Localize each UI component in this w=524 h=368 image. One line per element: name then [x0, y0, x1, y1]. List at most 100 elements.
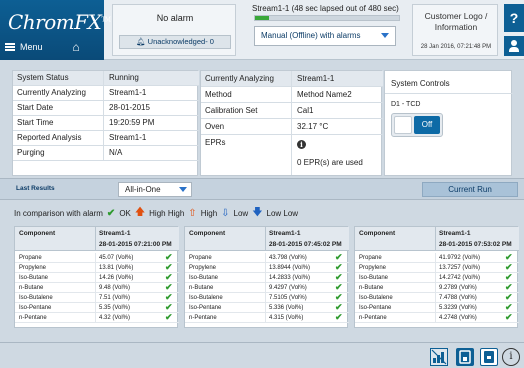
- check-icon: ✔: [165, 262, 173, 272]
- toggle-state-label: Off: [414, 116, 440, 134]
- legend-ok: OK: [119, 208, 131, 218]
- analyzing-header-key: Currently Analyzing: [205, 74, 274, 83]
- result-grid: Component Stream1-1 28-01-2015 07:21:00 …: [14, 226, 179, 328]
- detector-toggle[interactable]: Off: [391, 113, 443, 137]
- save-icon: [459, 350, 471, 364]
- status-key: Purging: [17, 148, 45, 157]
- app-header: ChromFXTM Menu ⌂ No alarm 🔔︎ Unacknowled…: [0, 0, 524, 60]
- component-value: 13.8944 (Vol%): [269, 265, 311, 271]
- component-name: Iso-Butalene: [189, 295, 223, 301]
- chart-icon: [431, 349, 447, 365]
- customer-logo: Customer Logo / Information: [424, 11, 488, 32]
- run-datetime: 28-01-2015 07:21:00 PM: [99, 241, 172, 248]
- chevron-down-icon: [179, 187, 187, 192]
- brand-logo: ChromFXTM: [8, 10, 111, 34]
- menu-label: Menu: [20, 42, 43, 52]
- component-value: 14.2833 (Vol%): [269, 275, 311, 281]
- result-row: Iso-Pentane 5.336 (Vol%) ✔: [185, 302, 349, 313]
- component-name: Iso-Butane: [359, 275, 389, 281]
- unacknowledged-label: Unacknowledged- 0: [147, 37, 214, 46]
- legend-high: High: [200, 208, 218, 218]
- component-value: 14.26 (Vol%): [99, 275, 134, 281]
- legend-high-high: High High: [149, 208, 185, 218]
- component-value: 7.5105 (Vol%): [269, 295, 307, 301]
- component-value: 5.3239 (Vol%): [439, 305, 477, 311]
- component-value: 4.2748 (Vol%): [439, 315, 477, 321]
- save-button[interactable]: [456, 348, 474, 366]
- analyzing-row: Oven 32.17 °C: [201, 119, 383, 135]
- check-icon: ✔: [165, 272, 173, 282]
- toggle-knob: [394, 116, 412, 134]
- mode-value: Manual (Offline) with alarms: [261, 31, 361, 40]
- component-name: Iso-Butalene: [359, 295, 393, 301]
- check-icon: ✔: [505, 302, 513, 312]
- component-name: Iso-Pentane: [19, 305, 52, 311]
- result-row: n-Pentane 4.32 (Vol%) ✔: [15, 312, 179, 323]
- analyzing-row: Calibration Set Cal1: [201, 103, 383, 119]
- component-value: 4.315 (Vol%): [269, 315, 304, 321]
- check-icon: ✔: [335, 252, 343, 262]
- epr-info-button[interactable]: i: [297, 137, 306, 152]
- legend-intro: In comparison with alarm: [14, 208, 103, 218]
- result-row: n-Butane 9.4297 (Vol%) ✔: [185, 282, 349, 293]
- check-icon: ✔: [165, 292, 173, 302]
- check-icon: ✔: [505, 262, 513, 272]
- analysis-progress-fill: [255, 16, 270, 20]
- component-name: Propylene: [19, 265, 47, 271]
- current-datetime: 28 Jan 2016, 07:21:48 PM: [420, 44, 492, 50]
- status-header-row: System Status Running: [13, 71, 199, 86]
- stream-header: Stream1-1: [439, 230, 471, 237]
- result-row: Iso-Butane 14.2833 (Vol%) ✔: [185, 272, 349, 283]
- currently-analyzing-panel: Currently Analyzing Stream1-1 Method Meth…: [200, 70, 383, 176]
- component-value: 9.4297 (Vol%): [269, 285, 307, 291]
- current-run-button[interactable]: Current Run: [422, 182, 518, 197]
- result-grid: Component Stream1-1 28-01-2015 07:45:02 …: [184, 226, 349, 328]
- results-view-select[interactable]: All-in-One: [118, 182, 192, 197]
- result-grid: Component Stream1-1 28-01-2015 07:53:02 …: [354, 226, 519, 328]
- stream-header: Stream1-1: [269, 230, 301, 237]
- component-value: 13.81 (Vol%): [99, 265, 134, 271]
- analyzing-header-row: Currently Analyzing Stream1-1: [201, 71, 383, 87]
- epr-key: EPRs: [205, 138, 226, 147]
- check-icon: ✔: [335, 302, 343, 312]
- component-name: Iso-Pentane: [189, 305, 222, 311]
- menu-button[interactable]: Menu: [5, 38, 59, 56]
- chart-button[interactable]: [430, 348, 448, 366]
- check-icon: ✔: [165, 282, 173, 292]
- result-row: Iso-Butalene 7.5105 (Vol%) ✔: [185, 292, 349, 303]
- system-controls-panel: System Controls D1 - TCD Off: [384, 70, 513, 176]
- result-row: Iso-Butalene 7.4788 (Vol%) ✔: [355, 292, 519, 303]
- status-key: Start Date: [17, 103, 54, 112]
- run-datetime: 28-01-2015 07:45:02 PM: [269, 241, 342, 248]
- epr-row: EPRs i 0 EPR(s) are used: [201, 135, 383, 175]
- status-row: Currently Analyzing Stream1-1: [13, 86, 199, 101]
- check-icon: ✔: [335, 282, 343, 292]
- status-row: Purging N/A: [13, 146, 199, 161]
- component-value: 7.51 (Vol%): [99, 295, 131, 301]
- component-name: Iso-Butane: [19, 275, 49, 281]
- info-button[interactable]: i: [502, 348, 520, 366]
- system-status-table: System Status Running Currently Analyzin…: [12, 70, 199, 176]
- home-button[interactable]: ⌂: [66, 38, 86, 56]
- detector-label: D1 - TCD: [391, 101, 421, 108]
- status-value: 28-01-2015: [109, 103, 150, 112]
- analyzing-header-value: Stream1-1: [297, 74, 335, 83]
- status-value: N/A: [109, 148, 123, 157]
- unacknowledged-alarms-button[interactable]: 🔔︎ Unacknowledged- 0: [119, 35, 231, 49]
- component-name: Propane: [19, 255, 42, 261]
- component-value: 41.9792 (Vol%): [439, 255, 481, 261]
- analysis-progress-bar: [254, 15, 400, 21]
- analyzing-key: Oven: [205, 122, 225, 131]
- user-button[interactable]: [504, 36, 524, 56]
- component-name: Iso-Butane: [189, 275, 219, 281]
- report-button[interactable]: [480, 348, 498, 366]
- component-header: Component: [19, 230, 56, 237]
- check-icon: ✔: [505, 282, 513, 292]
- status-key: Reported Analysis: [17, 133, 82, 142]
- help-button[interactable]: ?: [504, 4, 524, 32]
- arrow-up-outline-icon: ⇧: [188, 207, 197, 219]
- status-header-key: System Status: [17, 73, 69, 82]
- mode-select[interactable]: Manual (Offline) with alarms: [254, 26, 396, 46]
- component-value: 45.07 (Vol%): [99, 255, 134, 261]
- results-toolbar: Last Results All-in-One Current Run: [0, 178, 524, 200]
